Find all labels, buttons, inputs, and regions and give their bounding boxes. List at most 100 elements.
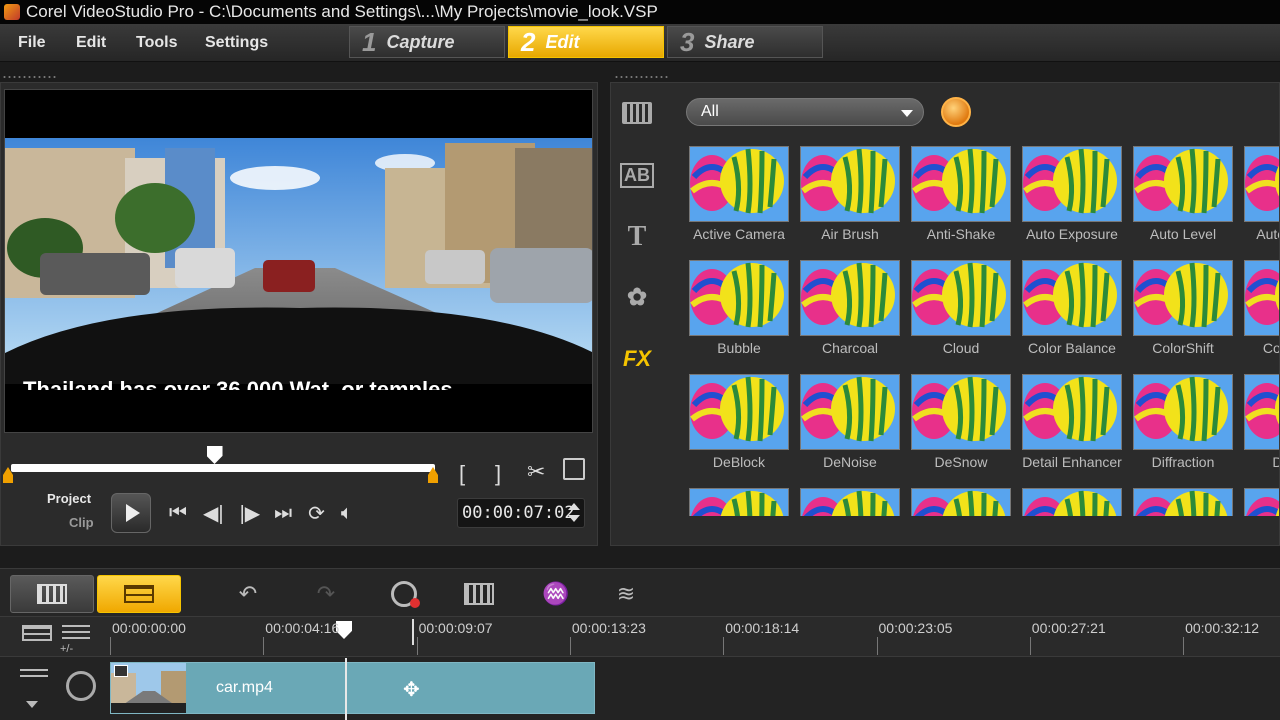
playback-controls: ⏮ ◀| |▶ ⏭ ⟳ 🔈︎ <box>111 493 353 533</box>
effect-thumbnail[interactable]: Color Pen <box>1244 260 1279 370</box>
ruler-tick <box>569 637 571 655</box>
balloon-preview <box>1022 260 1122 336</box>
auto-music-icon[interactable]: ≋ <box>610 579 642 609</box>
effect-thumbnail[interactable]: Active Camera <box>689 146 793 256</box>
effect-thumbnail[interactable]: DeBlock <box>689 374 793 484</box>
graphic-icon[interactable]: ✿ <box>621 281 653 313</box>
effects-grid: Active Camera Air Brush Anti-Shake Auto Exp… <box>689 146 1279 516</box>
timeline-view-icon <box>124 585 154 603</box>
balloon-preview <box>911 146 1011 222</box>
video-clip[interactable]: car.mp4 ✥ <box>110 658 595 720</box>
step-share-tab[interactable]: 3 Share <box>667 26 823 58</box>
smart-proxy-icon[interactable] <box>463 579 495 609</box>
step-capture-tab[interactable]: 1 Capture <box>349 26 505 58</box>
scrub-bar[interactable] <box>11 464 435 472</box>
track-settings-icon[interactable] <box>20 669 48 687</box>
clip-type-icon <box>114 665 128 677</box>
record-capture-icon[interactable] <box>388 579 420 609</box>
panel-grip[interactable] <box>614 75 670 79</box>
effect-thumbnail[interactable]: Diffraction <box>1133 374 1237 484</box>
menu-file[interactable]: File <box>18 24 46 62</box>
timecode-up-icon[interactable] <box>568 503 580 510</box>
repeat-icon[interactable]: ⟳ <box>308 501 325 526</box>
menu-edit[interactable]: Edit <box>76 24 106 62</box>
skip-to-end-icon[interactable]: ⏭ <box>274 502 292 525</box>
storyboard-view-button[interactable] <box>10 575 94 613</box>
effect-thumbnail[interactable]: Color Balance <box>1022 260 1126 370</box>
skip-to-start-icon[interactable]: ⏮ <box>169 502 187 525</box>
effect-name: Auto Level <box>1149 226 1217 242</box>
video-frame <box>5 138 592 384</box>
effect-thumbnail[interactable]: Detail Enhancer <box>1022 374 1126 484</box>
fx-icon[interactable]: FX <box>621 343 653 375</box>
step-number: 1 <box>362 26 377 57</box>
mark-out-button[interactable]: ] <box>495 461 501 487</box>
next-frame-icon[interactable]: |▶ <box>240 501 261 526</box>
split-clip-icon[interactable]: ✂ <box>527 459 545 485</box>
audio-mixer-icon[interactable]: ♒ <box>540 579 572 609</box>
library-filter-dropdown[interactable]: All <box>686 98 924 126</box>
get-more-content-icon[interactable] <box>941 97 971 127</box>
undo-icon[interactable]: ↶ <box>232 579 264 609</box>
effect-thumbnail[interactable]: Anti-Shake <box>911 146 1015 256</box>
effect-thumbnail[interactable]: DeNoise <box>800 374 904 484</box>
preview-panel: Thailand has over 36,000 Wat, or temples… <box>0 82 598 546</box>
timecode-down-icon[interactable] <box>568 515 580 522</box>
balloon-preview <box>1133 146 1233 222</box>
effect-name: Active Camera <box>693 226 785 242</box>
media-icon[interactable] <box>621 97 653 129</box>
clip-mode-label[interactable]: Clip <box>69 515 94 530</box>
balloon-preview <box>1133 374 1233 450</box>
effect-thumbnail[interactable]: Air Brush <box>800 146 904 256</box>
panel-grip[interactable] <box>2 75 58 79</box>
timeline-view-button[interactable] <box>97 575 181 613</box>
enlarge-preview-icon[interactable] <box>563 458 585 480</box>
track-playhead-line <box>345 658 347 720</box>
step-number: 2 <box>521 26 536 57</box>
effect-thumbnail[interactable]: Diffuse <box>1244 374 1279 484</box>
effect-thumbnail[interactable] <box>1244 488 1279 516</box>
menu-tools[interactable]: Tools <box>136 24 177 62</box>
effect-thumbnail[interactable]: Cloud <box>911 260 1015 370</box>
ruler-tick <box>1183 637 1185 655</box>
effect-thumbnail[interactable] <box>689 488 793 516</box>
video-track: car.mp4 ✥ <box>0 656 1280 720</box>
scrubber-thumb[interactable] <box>206 446 223 464</box>
effect-thumbnail[interactable]: Auto Exposure <box>1022 146 1126 256</box>
timeline-ruler[interactable]: +/- 00:00:00:00 00:00:04:16 00:00:09:07 00:… <box>0 616 1280 656</box>
previous-frame-icon[interactable]: ◀| <box>203 501 224 526</box>
effect-thumbnail[interactable] <box>1133 488 1237 516</box>
preview-screen: Thailand has over 36,000 Wat, or temples <box>4 89 593 433</box>
effect-thumbnail[interactable]: Auto Level <box>1133 146 1237 256</box>
title-icon[interactable]: T <box>621 221 653 253</box>
track-manager-icon[interactable] <box>62 625 90 641</box>
effect-thumbnail[interactable]: Auto Sketch <box>1244 146 1279 256</box>
redo-icon[interactable]: ↷ <box>310 579 342 609</box>
video-track-reel-icon <box>66 671 96 701</box>
effect-name: Auto Sketch <box>1256 226 1279 242</box>
ruler-time-label: 00:00:09:07 <box>418 620 493 636</box>
ruler-time-label: 00:00:18:14 <box>725 620 800 636</box>
balloon-preview <box>911 374 1011 450</box>
effect-thumbnail[interactable]: DeSnow <box>911 374 1015 484</box>
volume-icon[interactable]: 🔈︎ <box>341 502 353 525</box>
menu-settings[interactable]: Settings <box>205 24 268 62</box>
transition-icon[interactable]: AB <box>620 159 654 191</box>
zoom-label[interactable]: +/- <box>60 643 73 655</box>
timecode-display[interactable]: 00:00:07:02 <box>457 498 585 528</box>
show-all-tracks-icon[interactable] <box>22 625 52 641</box>
effect-thumbnail[interactable] <box>911 488 1015 516</box>
project-mode-label[interactable]: Project <box>47 491 91 506</box>
play-button[interactable] <box>111 493 151 533</box>
effect-thumbnail[interactable]: Bubble <box>689 260 793 370</box>
effect-thumbnail[interactable]: ColorShift <box>1133 260 1237 370</box>
mark-in-button[interactable]: [ <box>459 461 465 487</box>
app-icon <box>4 4 20 20</box>
effect-thumbnail[interactable] <box>800 488 904 516</box>
effect-thumbnail[interactable]: Charcoal <box>800 260 904 370</box>
effect-thumbnail[interactable] <box>1022 488 1126 516</box>
track-expand-icon[interactable] <box>26 701 38 708</box>
step-edit-tab[interactable]: 2 Edit <box>508 26 664 58</box>
effect-name: Diffuse <box>1238 454 1279 470</box>
timecode-value: 00:00:07:02 <box>462 503 575 523</box>
